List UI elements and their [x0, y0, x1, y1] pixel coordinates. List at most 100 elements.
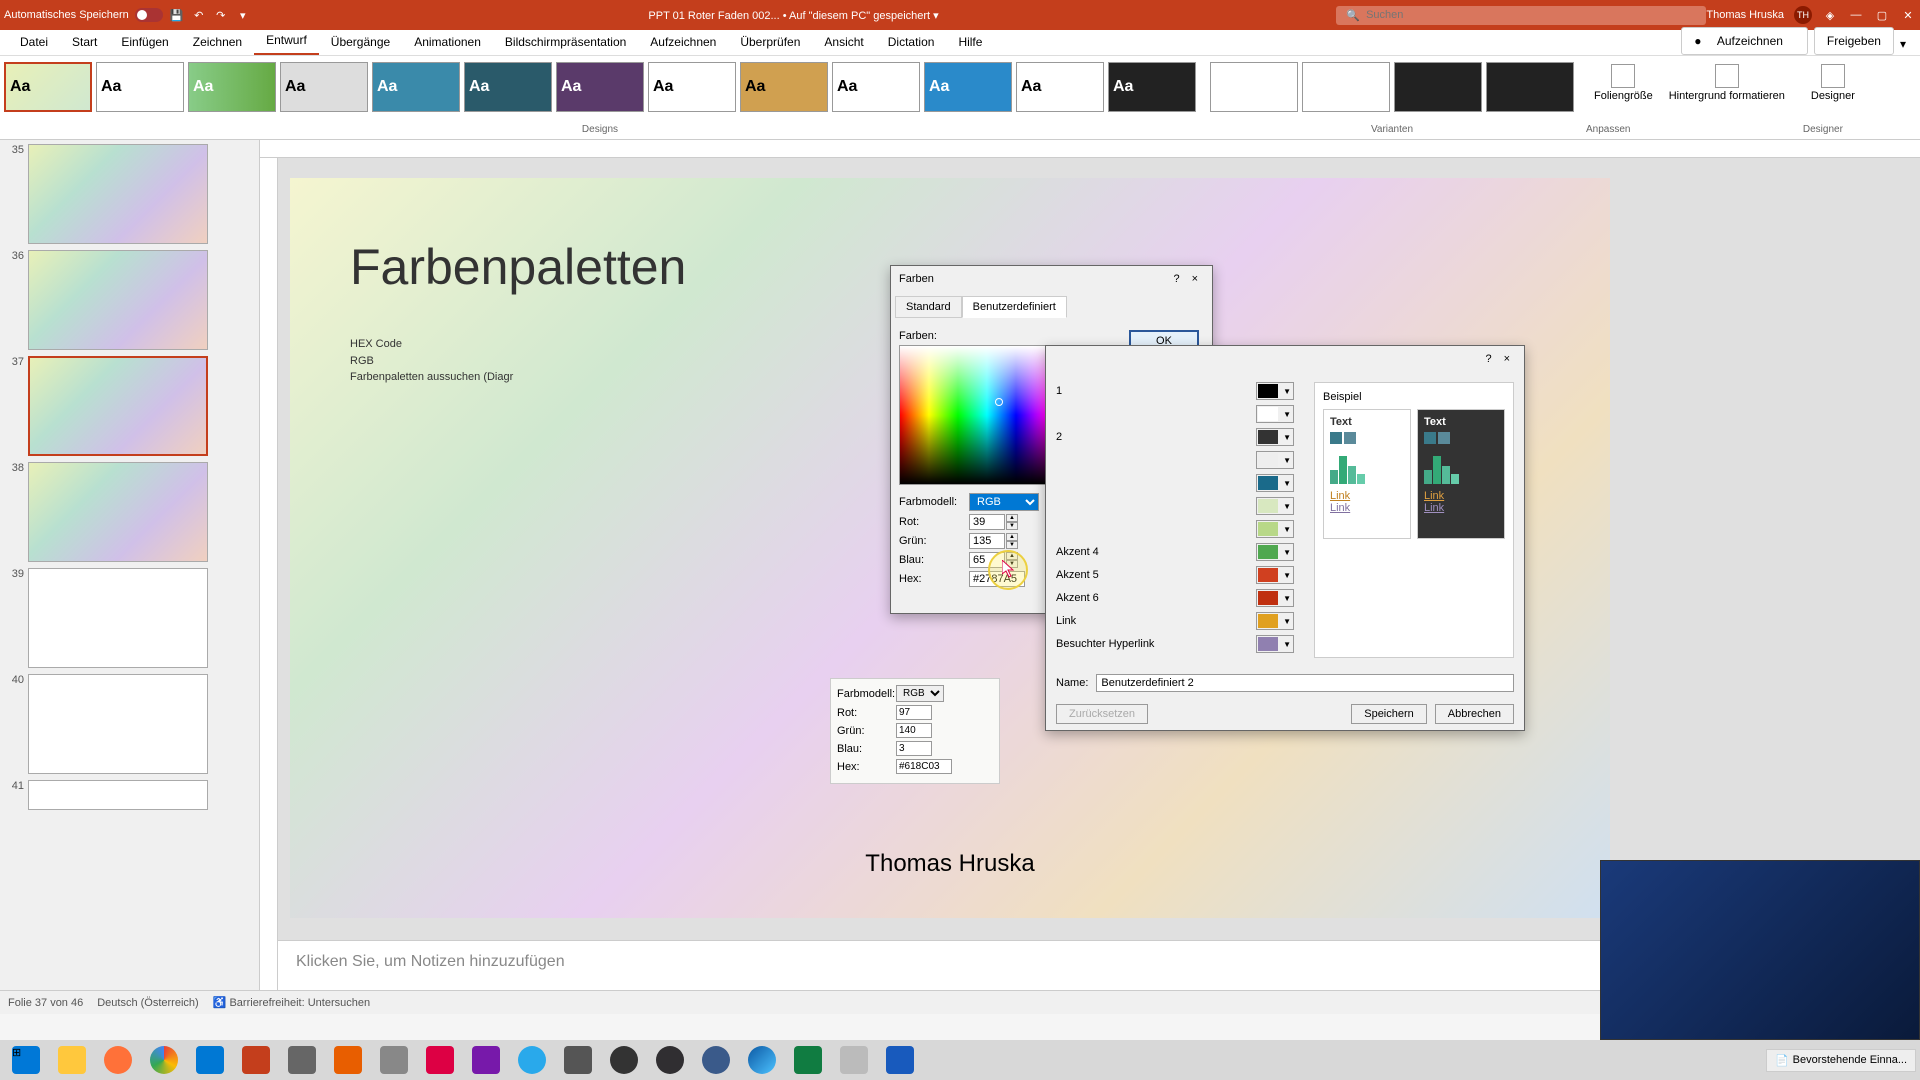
- saved-location[interactable]: Auf "diesem PC" gespeichert ▾: [789, 10, 939, 22]
- spin-down-icon[interactable]: ▼: [1006, 560, 1018, 568]
- app-icon[interactable]: [556, 1042, 600, 1078]
- color-swatch-button[interactable]: ▼: [1256, 405, 1294, 423]
- green-input[interactable]: [969, 533, 1005, 549]
- tab-help[interactable]: Hilfe: [946, 29, 994, 55]
- app-icon[interactable]: [602, 1042, 646, 1078]
- theme-thumb[interactable]: Aa: [648, 62, 736, 112]
- chrome-icon[interactable]: [142, 1042, 186, 1078]
- language-status[interactable]: Deutsch (Österreich): [97, 997, 198, 1009]
- blue-input[interactable]: [969, 552, 1005, 568]
- tab-file[interactable]: Datei: [8, 29, 60, 55]
- color-swatch-button[interactable]: ▼: [1256, 566, 1294, 584]
- outlook-icon[interactable]: [188, 1042, 232, 1078]
- chevron-down-icon[interactable]: ▼: [1281, 502, 1293, 511]
- slide-thumbnail[interactable]: [28, 674, 208, 774]
- close-button[interactable]: ×: [1498, 351, 1516, 367]
- color-swatch-button[interactable]: ▼: [1256, 428, 1294, 446]
- chevron-down-icon[interactable]: ▼: [1281, 525, 1293, 534]
- slide-thumbnail[interactable]: [28, 144, 208, 244]
- spin-up-icon[interactable]: ▲: [1006, 552, 1018, 560]
- red-input[interactable]: [969, 514, 1005, 530]
- spin-up-icon[interactable]: ▲: [1006, 514, 1018, 522]
- edge-icon[interactable]: [740, 1042, 784, 1078]
- designer-button[interactable]: Designer: [1803, 60, 1863, 106]
- format-background-button[interactable]: Hintergrund formatieren: [1661, 60, 1793, 106]
- app-icon[interactable]: ◈: [1822, 7, 1838, 23]
- thumbnails-panel[interactable]: 35 36 37 38 39 40 41: [0, 140, 260, 990]
- slide-size-button[interactable]: Foliengröße: [1586, 60, 1661, 106]
- color-swatch-button[interactable]: ▼: [1256, 543, 1294, 561]
- theme-thumb[interactable]: Aa: [832, 62, 920, 112]
- theme-thumb[interactable]: Aa: [1108, 62, 1196, 112]
- obs-icon[interactable]: [648, 1042, 692, 1078]
- autosave-toggle[interactable]: [135, 8, 163, 22]
- tab-design[interactable]: Entwurf: [254, 27, 319, 55]
- chevron-down-icon[interactable]: ▼: [1281, 433, 1293, 442]
- tab-animations[interactable]: Animationen: [402, 29, 493, 55]
- theme-thumb[interactable]: Aa: [96, 62, 184, 112]
- search-box[interactable]: 🔍: [1336, 6, 1706, 25]
- app-icon[interactable]: [280, 1042, 324, 1078]
- cancel-button[interactable]: Abbrechen: [1435, 704, 1514, 724]
- tab-standard[interactable]: Standard: [895, 296, 962, 318]
- variant-thumb[interactable]: [1210, 62, 1298, 112]
- app-icon[interactable]: [372, 1042, 416, 1078]
- file-name[interactable]: PPT 01 Roter Faden 002... •: [648, 10, 786, 22]
- excel-icon[interactable]: [786, 1042, 830, 1078]
- color-swatch-button[interactable]: ▼: [1256, 635, 1294, 653]
- firefox-icon[interactable]: [96, 1042, 140, 1078]
- word-icon[interactable]: [878, 1042, 922, 1078]
- redo-icon[interactable]: ↷: [213, 7, 229, 23]
- dropdown-icon[interactable]: ▾: [235, 7, 251, 23]
- theme-thumb[interactable]: Aa: [924, 62, 1012, 112]
- color-swatch-button[interactable]: ▼: [1256, 382, 1294, 400]
- color-swatch-button[interactable]: ▼: [1256, 497, 1294, 515]
- app-icon[interactable]: [832, 1042, 876, 1078]
- color-model-select[interactable]: RGB: [969, 493, 1039, 511]
- search-input[interactable]: [1366, 9, 1666, 21]
- maximize-icon[interactable]: ▢: [1874, 7, 1890, 23]
- save-icon[interactable]: 💾: [169, 7, 185, 23]
- chevron-down-icon[interactable]: ▼: [1281, 456, 1293, 465]
- color-cursor-icon[interactable]: [995, 398, 1003, 406]
- start-button[interactable]: ⊞: [4, 1042, 48, 1078]
- variant-thumb[interactable]: [1486, 62, 1574, 112]
- chevron-down-icon[interactable]: ▼: [1281, 617, 1293, 626]
- slide-thumbnail[interactable]: [28, 780, 208, 810]
- color-swatch-button[interactable]: ▼: [1256, 474, 1294, 492]
- accessibility-status[interactable]: ♿ Barrierefreiheit: Untersuchen: [213, 996, 370, 1009]
- slide-thumbnail[interactable]: [28, 250, 208, 350]
- color-swatch-button[interactable]: ▼: [1256, 589, 1294, 607]
- close-button[interactable]: ×: [1186, 271, 1204, 287]
- help-button[interactable]: ?: [1479, 351, 1497, 367]
- tab-slideshow[interactable]: Bildschirmpräsentation: [493, 29, 638, 55]
- tab-custom[interactable]: Benutzerdefiniert: [962, 296, 1067, 318]
- theme-thumb[interactable]: Aa: [372, 62, 460, 112]
- slide-thumbnail[interactable]: [28, 462, 208, 562]
- save-button[interactable]: Speichern: [1351, 704, 1427, 724]
- share-button[interactable]: Freigeben: [1814, 27, 1894, 55]
- undo-icon[interactable]: ↶: [191, 7, 207, 23]
- reset-button[interactable]: Zurücksetzen: [1056, 704, 1148, 724]
- chevron-down-icon[interactable]: ▼: [1281, 594, 1293, 603]
- theme-thumb[interactable]: Aa: [4, 62, 92, 112]
- color-swatch-button[interactable]: ▼: [1256, 520, 1294, 538]
- slide-thumbnail[interactable]: [28, 356, 208, 456]
- app-icon[interactable]: [694, 1042, 738, 1078]
- theme-thumb[interactable]: Aa: [740, 62, 828, 112]
- chevron-down-icon[interactable]: ▼: [1281, 571, 1293, 580]
- theme-thumb[interactable]: Aa: [280, 62, 368, 112]
- color-swatch-button[interactable]: ▼: [1256, 451, 1294, 469]
- chevron-down-icon[interactable]: ▼: [1281, 640, 1293, 649]
- powerpoint-icon[interactable]: [234, 1042, 278, 1078]
- record-button[interactable]: ● Aufzeichnen: [1681, 27, 1808, 55]
- slide-counter[interactable]: Folie 37 von 46: [8, 997, 83, 1009]
- chevron-down-icon[interactable]: ▼: [1281, 548, 1293, 557]
- theme-thumb[interactable]: Aa: [556, 62, 644, 112]
- user-name[interactable]: Thomas Hruska: [1706, 9, 1784, 21]
- onenote-icon[interactable]: [464, 1042, 508, 1078]
- chevron-down-icon[interactable]: ▼: [1281, 479, 1293, 488]
- spin-down-icon[interactable]: ▼: [1006, 522, 1018, 530]
- hex-input[interactable]: [969, 571, 1025, 587]
- tab-transitions[interactable]: Übergänge: [319, 29, 402, 55]
